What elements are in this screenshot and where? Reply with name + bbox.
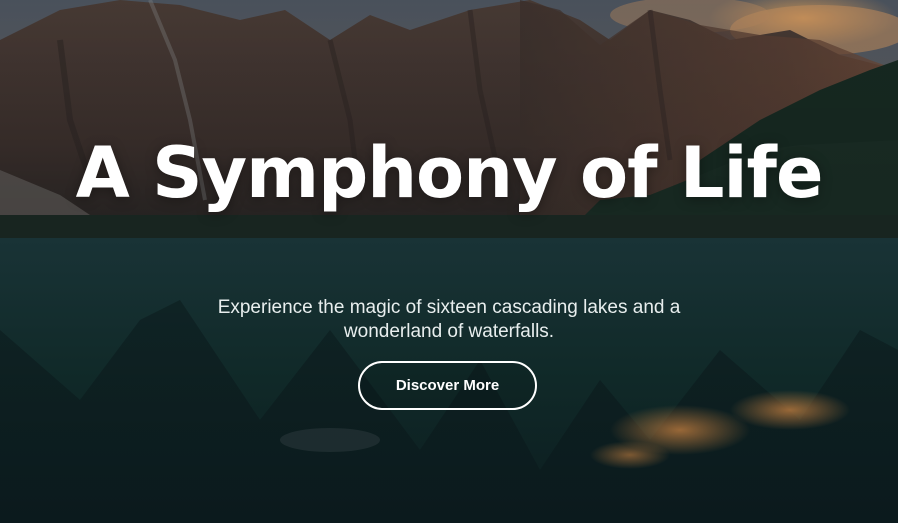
hero-section: A Symphony of Life Experience the magic … xyxy=(0,0,898,523)
discover-more-button[interactable]: Discover More xyxy=(358,361,537,410)
hero-title: A Symphony of Life xyxy=(75,132,824,214)
hero-overlay xyxy=(0,0,898,523)
hero-subtitle: Experience the magic of sixteen cascadin… xyxy=(217,297,681,342)
